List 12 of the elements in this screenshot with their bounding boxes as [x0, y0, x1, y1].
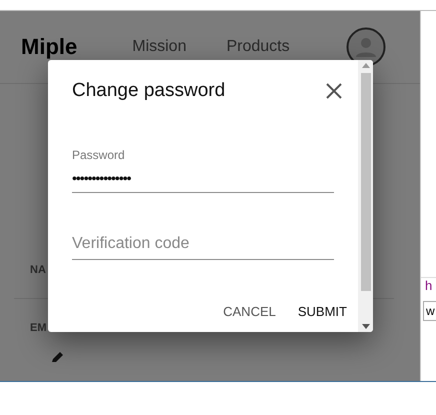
field-label: EM	[30, 322, 46, 334]
password-field[interactable]: Password •••••••••••••••	[72, 148, 334, 193]
cancel-button[interactable]: CANCEL	[223, 304, 276, 319]
dialog-title: Change password	[72, 80, 226, 102]
field-label: NA	[30, 264, 46, 276]
scroll-down-icon[interactable]	[362, 324, 370, 329]
brand-logo[interactable]: Miple	[21, 34, 78, 60]
filter-field[interactable]: w	[423, 301, 436, 321]
element-link[interactable]: h	[421, 277, 436, 293]
submit-button[interactable]: SUBMIT	[298, 304, 347, 319]
pencil-icon[interactable]	[50, 352, 64, 362]
scrollbar[interactable]	[358, 60, 373, 332]
